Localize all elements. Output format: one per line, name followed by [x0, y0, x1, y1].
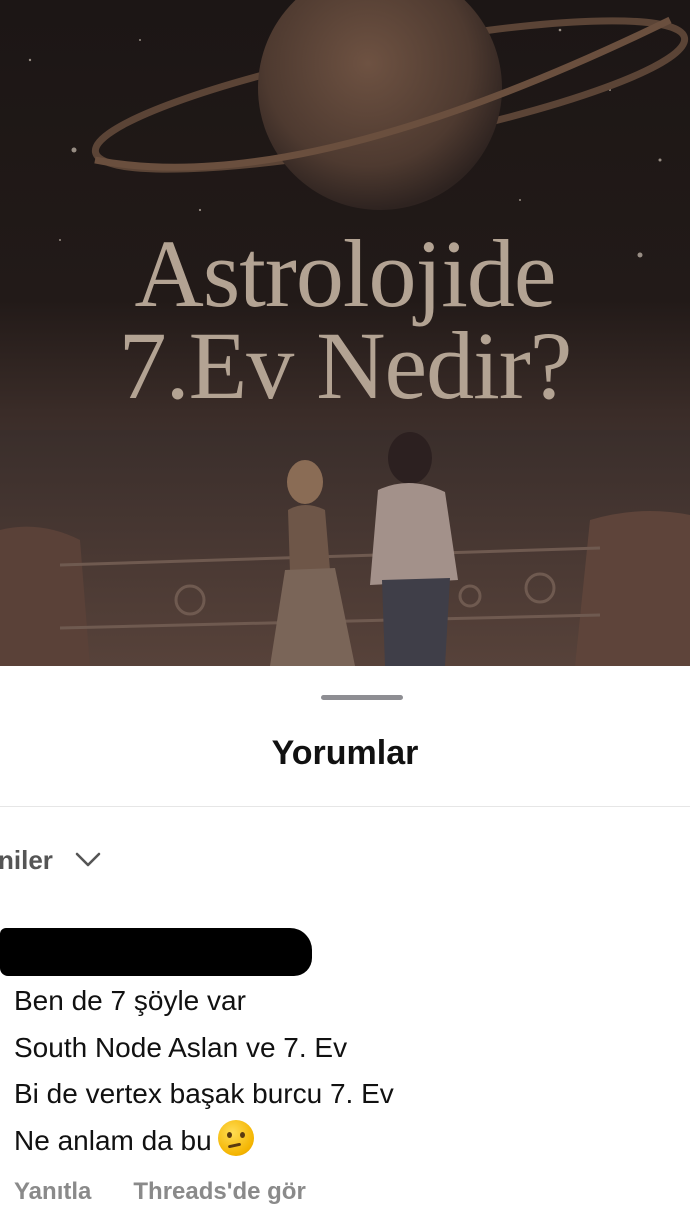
sheet-title: Yorumlar [271, 734, 419, 772]
comment-line-text: Ne anlam da bu [14, 1124, 212, 1156]
redacted-username [0, 928, 312, 976]
comment-line: Bi de vertex başak burcu 7. Ev [14, 1078, 394, 1109]
post-title-line1: Astrolojide [134, 220, 557, 327]
sheet-drag-handle[interactable] [321, 695, 403, 700]
chevron-down-icon [75, 852, 101, 867]
post-title-line2: 7.Ev Nedir? [118, 312, 573, 419]
comment-line: Ben de 7 şöyle var [14, 985, 246, 1016]
comments-sheet: Yorumlar niler Ben de 7 şöyle var South … [0, 666, 690, 1227]
sort-label: niler [0, 844, 53, 875]
thinking-face-emoji [217, 1119, 254, 1156]
sort-dropdown[interactable]: niler [0, 840, 101, 880]
post-image: Astrolojide 7.Ev Nedir? [0, 0, 690, 666]
comment-actions: Yanıtla Threads'de gör [14, 1178, 306, 1206]
comment-line: South Node Aslan ve 7. Ev [14, 1031, 348, 1063]
post-title: Astrolojide 7.Ev Nedir? [0, 220, 690, 419]
view-on-threads-link[interactable]: Threads'de gör [133, 1178, 305, 1206]
comment-line: Ne anlam da bu [14, 1118, 674, 1165]
divider [0, 806, 690, 807]
reply-button[interactable]: Yanıtla [14, 1178, 91, 1206]
comment-body: Ben de 7 şöyle var South Node Aslan ve 7… [14, 978, 674, 1164]
